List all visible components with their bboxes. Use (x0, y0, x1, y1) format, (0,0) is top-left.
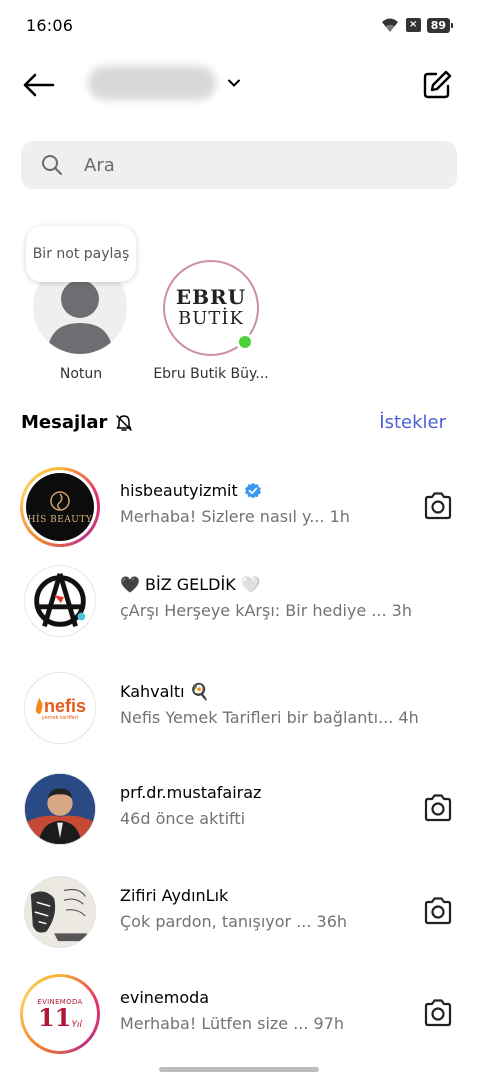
search-placeholder: Ara (84, 154, 115, 176)
wifi-icon (381, 18, 398, 32)
note-label-ebru: Ebru Butik Büy... (153, 366, 269, 382)
logo-line-2: BUTİK (178, 308, 244, 329)
thread-item[interactable]: nefis yemek tarifleri Kahvaltı 🍳 Nefis Y… (0, 662, 478, 752)
avatar (20, 769, 100, 849)
account-switcher[interactable] (88, 66, 242, 100)
flame-icon (35, 698, 43, 714)
thread-item[interactable]: 🖤 BİZ GELDİK 🤍 çArşı Herşeye kArşı: Bir … (0, 555, 478, 645)
beauty-logo-icon (50, 491, 70, 511)
note-label-self: Notun (59, 366, 103, 382)
bell-muted-icon[interactable] (115, 414, 133, 432)
compose-icon[interactable] (420, 68, 454, 102)
thread-item[interactable]: prf.dr.mustafairaz 46d önce aktifti (0, 763, 478, 853)
thread-item[interactable]: Zifiri AydınLık Çok pardon, tanışıyor ..… (0, 866, 478, 956)
avatar-text: HİS BEAUTY (27, 515, 93, 525)
status-bar: 16:06 × 89 (0, 0, 478, 52)
thread-name-text: hisbeautyizmit (120, 481, 238, 500)
thread-preview: Nefis Yemek Tarifleri bir bağlantı... 4h (120, 708, 419, 727)
status-time: 16:06 (26, 16, 74, 35)
avatar-year: Yıl (71, 1020, 82, 1030)
requests-link[interactable]: İstekler (379, 412, 446, 433)
back-arrow-icon[interactable] (20, 70, 56, 100)
thread-name: Zifiri AydınLık (120, 886, 229, 905)
status-icons: × 89 (380, 17, 454, 33)
thread-name: evinemoda (120, 988, 210, 1007)
camera-icon[interactable] (422, 896, 454, 926)
avatar: EVINEMODA 11 Yıl (20, 974, 100, 1054)
thread-preview: Merhaba! Lütfen size ... 97h (120, 1014, 345, 1033)
avatar-subtext: yemek tarifleri (41, 714, 79, 721)
messages-header: Mesajlar İstekler (0, 406, 478, 440)
thread-name: 🖤 BİZ GELDİK 🤍 (120, 575, 261, 594)
avatar: HİS BEAUTY (20, 467, 100, 547)
person-photo-icon (25, 774, 95, 844)
sketch-art-icon (25, 877, 95, 947)
search-input[interactable]: Ara (21, 141, 457, 189)
thread-name: Kahvaltı 🍳 (120, 682, 210, 701)
thread-name: hisbeautyizmit (120, 481, 262, 500)
anarchy-logo-icon (34, 573, 86, 627)
thread-preview: 46d önce aktifti (120, 809, 246, 828)
chevron-down-icon (228, 79, 240, 87)
online-indicator (236, 333, 254, 351)
no-sim-icon: × (405, 18, 421, 32)
camera-icon[interactable] (422, 793, 454, 823)
avatar-number: 11 (38, 1003, 72, 1032)
thread-preview: Merhaba! Sizlere nasıl y... 1h (120, 507, 350, 526)
account-name-blurred (88, 66, 216, 100)
avatar (20, 872, 100, 952)
thread-preview: çArşı Herşeye kArşı: Bir hediye ... 3h (120, 601, 412, 620)
camera-icon[interactable] (422, 998, 454, 1028)
thread-item[interactable]: EVINEMODA 11 Yıl evinemoda Merhaba! Lütf… (0, 968, 478, 1058)
avatar-text: nefis (43, 695, 86, 716)
messages-title: Mesajlar (21, 412, 108, 433)
thread-name: prf.dr.mustafairaz (120, 783, 262, 802)
home-indicator[interactable] (159, 1067, 319, 1072)
avatar: nefis yemek tarifleri (20, 668, 100, 748)
thread-item[interactable]: HİS BEAUTY hisbeautyizmit Merhaba! Sizle… (0, 461, 478, 551)
logo-line-1: EBRU (175, 285, 247, 309)
avatar (20, 561, 100, 641)
top-bar (0, 60, 478, 110)
verified-badge-icon (244, 482, 261, 498)
search-icon (42, 155, 62, 175)
notes-row: Bir not paylaş Notun EBRU BUTİK Ebru But… (0, 222, 478, 392)
thread-preview: Çok pardon, tanışıyor ... 36h (120, 912, 348, 931)
camera-icon[interactable] (422, 491, 454, 521)
note-bubble[interactable]: Bir not paylaş (26, 226, 136, 282)
battery-icon: 89 (426, 17, 454, 33)
